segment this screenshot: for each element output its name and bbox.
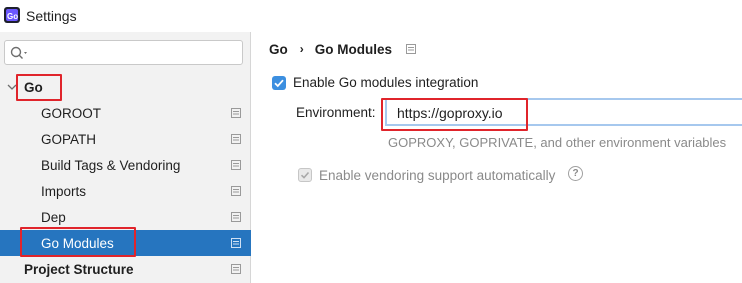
enable-go-modules-checkbox[interactable] — [272, 76, 286, 90]
sidebar-item-label: Imports — [41, 183, 87, 199]
breadcrumb: Go › Go Modules — [269, 40, 416, 58]
sidebar-item-label: Dep — [41, 209, 66, 225]
settings-content-panel: Go › Go Modules Enable Go modules integr… — [252, 32, 742, 283]
settings-page-icon — [231, 160, 241, 170]
checkmark-icon — [300, 171, 310, 179]
environment-input[interactable] — [395, 104, 695, 122]
sidebar-item-imports[interactable]: Imports — [0, 178, 251, 204]
sidebar-item-go-modules[interactable]: Go Modules — [0, 230, 251, 256]
svg-text:Go: Go — [7, 12, 18, 21]
environment-field[interactable] — [385, 98, 742, 126]
sidebar-item-goroot[interactable]: GOROOT — [0, 100, 251, 126]
environment-hint: GOPROXY, GOPRIVATE, and other environmen… — [388, 135, 727, 150]
settings-search-box[interactable] — [4, 40, 243, 65]
search-icon[interactable] — [10, 45, 30, 61]
title-bar: Go Settings — [0, 0, 742, 32]
breadcrumb-item: Go Modules — [314, 41, 392, 57]
settings-page-icon — [406, 44, 416, 54]
sidebar-item-label: GOPATH — [41, 131, 97, 147]
breadcrumb-item[interactable]: Go — [269, 42, 288, 57]
settings-page-icon — [231, 108, 241, 118]
sidebar-item-label: Build Tags & Vendoring — [41, 157, 181, 173]
enable-vendoring-checkbox — [298, 168, 312, 182]
checkmark-icon — [274, 79, 284, 88]
breadcrumb-separator-icon: › — [299, 42, 304, 56]
goland-icon: Go — [4, 7, 20, 23]
environment-label: Environment: — [296, 105, 376, 120]
settings-page-icon — [231, 212, 241, 222]
sidebar-item-label: Go Modules — [41, 235, 114, 251]
settings-page-icon — [231, 238, 241, 248]
settings-search-input[interactable] — [31, 43, 236, 62]
sidebar-item-label: GOROOT — [41, 105, 101, 121]
enable-go-modules-label[interactable]: Enable Go modules integration — [293, 75, 478, 90]
sidebar-item-project-structure[interactable]: Project Structure — [0, 256, 251, 282]
chevron-down-icon[interactable] — [7, 83, 17, 91]
window-title: Settings — [26, 8, 77, 24]
settings-page-icon — [231, 134, 241, 144]
sidebar-item-build-tags[interactable]: Build Tags & Vendoring — [0, 152, 251, 178]
settings-page-icon — [231, 186, 241, 196]
sidebar-item-dep[interactable]: Dep — [0, 204, 251, 230]
settings-page-icon — [231, 264, 241, 274]
help-icon[interactable]: ? — [568, 166, 583, 181]
sidebar-item-gopath[interactable]: GOPATH — [0, 126, 251, 152]
settings-sidebar: Go GOROOT GOPATH Build Tags & Vendoring … — [0, 32, 251, 283]
sidebar-item-go[interactable]: Go — [0, 74, 251, 100]
sidebar-item-label: Go — [24, 79, 43, 95]
enable-vendoring-label: Enable vendoring support automatically — [319, 168, 556, 183]
sidebar-item-label: Project Structure — [24, 261, 134, 277]
